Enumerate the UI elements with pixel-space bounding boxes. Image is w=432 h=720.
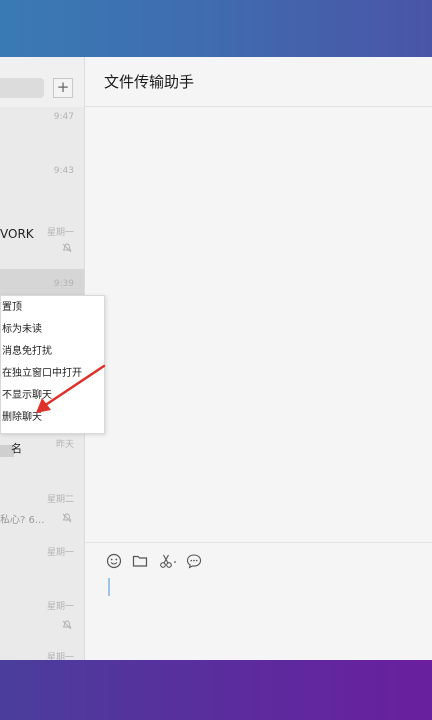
chat-header: 文件传输助手 — [85, 57, 432, 107]
chat-main-panel: 文件传输助手 — [85, 57, 432, 660]
menu-item-open-window[interactable]: 在独立窗口中打开 — [1, 363, 104, 385]
chat-preview: 私心? 6... — [0, 515, 45, 526]
menu-item-mute[interactable]: 消息免打扰 — [1, 341, 104, 363]
chat-time: 星期二 — [46, 495, 74, 505]
chat-time: 星期一 — [46, 548, 74, 558]
chat-list-item[interactable]: 9:47 — [0, 107, 84, 166]
chat-list-item[interactable]: 星期二 私心? 6... — [0, 485, 84, 544]
chat-bubble-icon[interactable] — [186, 553, 202, 569]
chat-time: 星期一 — [46, 602, 74, 612]
chat-list-item[interactable]: 星期一 VORK — [0, 215, 84, 274]
context-menu: 置顶 标为未读 消息免打扰 在独立窗口中打开 不显示聊天 删除聊天 — [0, 295, 105, 434]
add-chat-button[interactable]: + — [53, 78, 73, 98]
mute-bell-icon — [62, 620, 72, 630]
bottom-background-band — [0, 660, 432, 720]
chat-list-item[interactable]: 星期一 — [0, 647, 84, 660]
chat-list-item[interactable]: 9:43 — [0, 161, 84, 220]
chat-time: 9:43 — [53, 166, 74, 176]
folder-icon[interactable] — [132, 553, 148, 569]
text-input-caret[interactable] — [108, 578, 110, 596]
mute-bell-icon — [62, 243, 72, 253]
mute-bell-icon — [62, 513, 72, 523]
chat-list-item[interactable]: 星期一 — [0, 593, 84, 652]
chat-time: 9:47 — [53, 112, 74, 122]
emoji-icon[interactable] — [106, 553, 122, 569]
menu-item-delete-chat[interactable]: 删除聊天 — [1, 407, 104, 429]
top-background-band — [0, 0, 432, 57]
menu-item-mark-unread[interactable]: 标为未读 — [1, 319, 104, 341]
page-title: 文件传输助手 — [104, 73, 195, 91]
scissors-icon[interactable] — [159, 553, 179, 569]
chat-list-item[interactable]: 昨天 名 — [0, 431, 84, 490]
input-toolbar — [85, 542, 432, 661]
chat-name: VORK — [0, 227, 34, 241]
chat-time: 9:39 — [53, 279, 74, 289]
sidebar-header: + — [0, 57, 84, 107]
menu-item-pin[interactable]: 置顶 — [1, 297, 104, 319]
chat-time: 星期一 — [46, 653, 74, 660]
chat-list-item[interactable]: 星期一 — [0, 539, 84, 598]
chat-time: 星期一 — [46, 228, 74, 238]
menu-item-hide-chat[interactable]: 不显示聊天 — [1, 385, 104, 407]
search-input[interactable] — [0, 78, 44, 98]
chat-time: 昨天 — [55, 440, 74, 450]
chat-name: 名 — [11, 442, 22, 455]
